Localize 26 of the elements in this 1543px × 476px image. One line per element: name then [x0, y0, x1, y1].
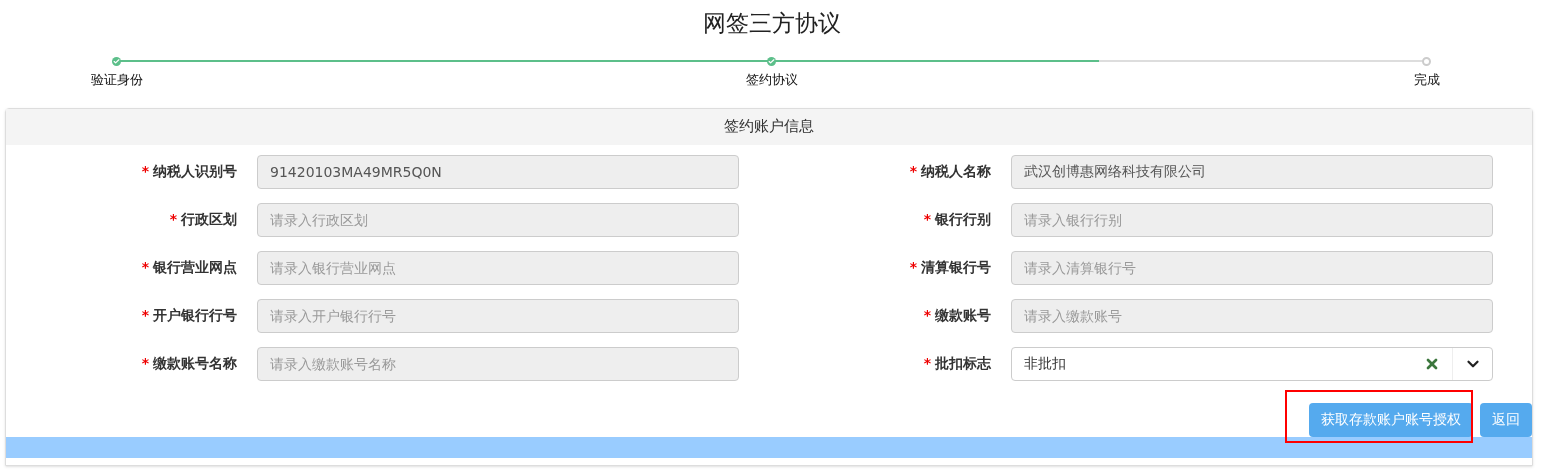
field-label: 银行行别 — [935, 209, 991, 229]
required-mark: * — [141, 161, 149, 181]
required-mark: * — [909, 257, 917, 277]
required-mark: * — [923, 209, 931, 229]
step-label: 验证身份 — [90, 70, 143, 89]
field-label: 清算银行号 — [921, 257, 991, 277]
field-label: 缴款账号名称 — [153, 353, 237, 373]
required-mark: * — [169, 209, 177, 229]
field-label: 缴款账号 — [935, 305, 991, 325]
page-title: 网签三方协议 — [701, 9, 842, 38]
select-field[interactable]: 非批扣 — [1011, 346, 1493, 381]
step-label: 签约协议 — [745, 70, 798, 89]
required-mark: * — [909, 161, 917, 181]
required-mark: * — [923, 305, 931, 325]
field-label: 纳税人名称 — [921, 161, 991, 181]
required-mark: * — [141, 305, 149, 325]
field-label: 开户银行行号 — [153, 305, 237, 325]
field-label: 批扣标志 — [935, 353, 991, 373]
required-mark: * — [923, 353, 931, 373]
required-mark: * — [141, 257, 149, 277]
field-label: 行政区划 — [181, 209, 237, 229]
section-title: 签约账户信息 — [724, 116, 814, 138]
required-mark: * — [141, 353, 149, 373]
field-label: 银行营业网点 — [153, 257, 237, 277]
field-label: 纳税人识别号 — [153, 161, 237, 181]
step-label: 完成 — [1413, 70, 1440, 89]
